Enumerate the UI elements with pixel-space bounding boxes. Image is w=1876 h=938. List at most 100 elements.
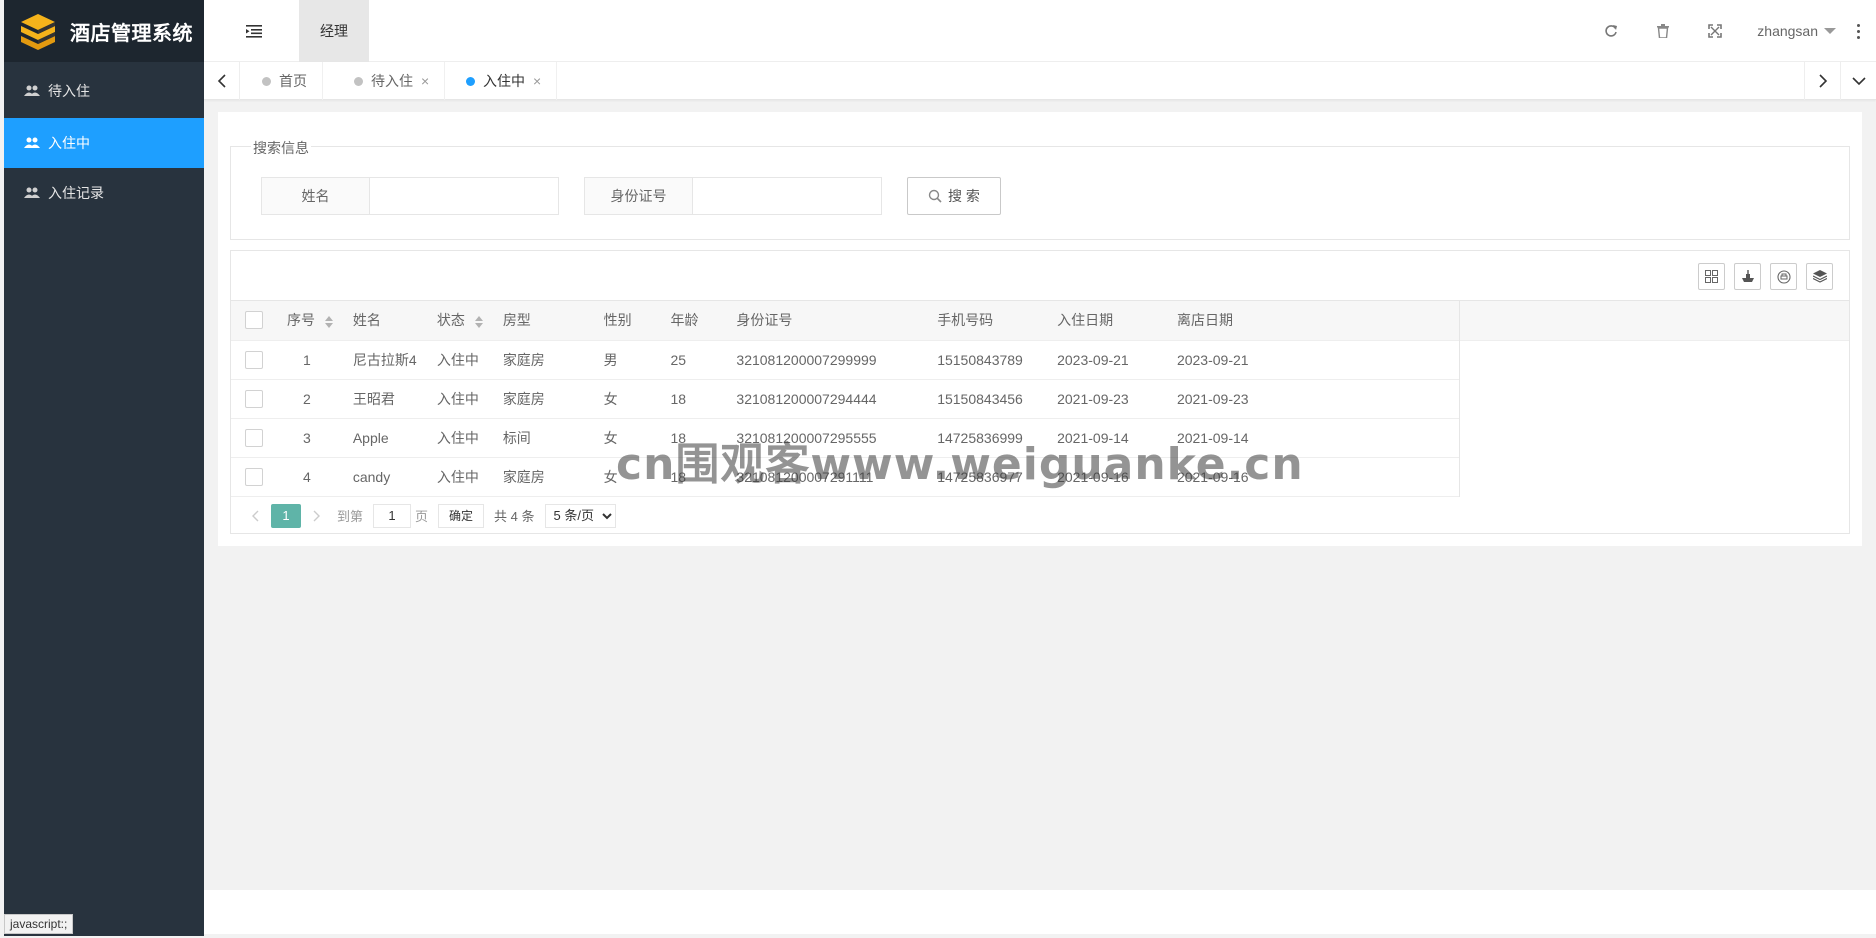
close-icon[interactable]: ×: [421, 73, 429, 89]
user-menu[interactable]: zhangsan: [1741, 23, 1846, 39]
col-header: 年龄: [660, 301, 727, 341]
table-cell: 2021-09-16: [1166, 457, 1459, 497]
chevron-left-icon[interactable]: [204, 62, 240, 100]
logo[interactable]: 酒店管理系统: [4, 0, 204, 62]
page-size-select[interactable]: 5 条/页: [544, 503, 616, 528]
main-content: 搜索信息 姓名 身份证号 搜 索 序号 姓名 状态 房型 性别 年龄 身份证号 …: [218, 112, 1862, 546]
table-cell: Apple: [342, 418, 427, 458]
table-row[interactable]: 1 尼古拉斯4 入住中 家庭房男 25 321081200007299999 1515084…: [231, 340, 1459, 380]
id-label: 身份证号: [585, 178, 693, 214]
table-cell: 女: [593, 418, 661, 458]
search-legend: 搜索信息: [251, 138, 311, 158]
row-checkbox[interactable]: [244, 389, 263, 408]
page-current[interactable]: 1: [271, 503, 301, 528]
row-checkbox-cell: [231, 457, 277, 497]
page-ok-button[interactable]: 确定: [438, 503, 485, 528]
row-checkbox-cell: [231, 340, 277, 380]
table-cell: 25: [660, 340, 727, 380]
sidebar-item-records[interactable]: 入住记录: [4, 168, 204, 218]
tab-label: 入住中: [483, 73, 525, 89]
users-icon: [24, 187, 40, 198]
table-cell: 尼古拉斯4: [342, 340, 427, 380]
id-form-item: 身份证号: [584, 177, 882, 215]
table-cell: 18: [660, 379, 727, 419]
page-input[interactable]: [373, 503, 412, 528]
username: zhangsan: [1757, 23, 1818, 39]
tab-checked-in[interactable]: 入住中 ×: [444, 62, 558, 100]
tab-home[interactable]: 首页: [240, 62, 323, 100]
col-header: 性别: [593, 301, 661, 341]
fullscreen-icon[interactable]: [1689, 0, 1741, 62]
sidebar-item-checked-in[interactable]: 入住中: [4, 118, 204, 168]
sort-icon[interactable]: [474, 315, 483, 328]
app-title: 酒店管理系统: [70, 22, 193, 45]
chevron-down-icon[interactable]: [1840, 62, 1876, 100]
table-cell: 女: [593, 457, 661, 497]
col-header[interactable]: 状态: [426, 301, 493, 341]
tab-pending[interactable]: 待入住 ×: [332, 62, 446, 100]
trash-icon[interactable]: [1637, 0, 1689, 62]
table-cell: candy: [342, 457, 427, 497]
total-count: 共 4 条: [494, 509, 535, 524]
header: 经理 zhangsan: [204, 0, 1876, 62]
table-cell: 2021-09-16: [1047, 457, 1167, 497]
id-input[interactable]: [693, 178, 881, 214]
print-icon[interactable]: [1770, 263, 1797, 290]
tabs-bar: 首页 待入住 × 入住中 ×: [204, 62, 1876, 100]
records-table: 序号 姓名 状态 房型 性别 年龄 身份证号 手机号码 入住日期 离店日期 1 …: [231, 301, 1459, 497]
chevron-left-icon[interactable]: [245, 510, 265, 522]
row-checkbox[interactable]: [244, 428, 263, 447]
users-icon: [24, 137, 40, 148]
table-toolbar: [231, 251, 1849, 301]
table-empty-area: [1459, 301, 1849, 497]
columns-icon[interactable]: [1698, 263, 1725, 290]
col-header[interactable]: 序号: [276, 301, 343, 341]
table-cell: 14725836977: [927, 457, 1048, 497]
table-cell: 18: [660, 457, 727, 497]
table-row[interactable]: 3 Apple 入住中 标间女 18 321081200007295555 14725836…: [231, 418, 1459, 458]
select-all-checkbox[interactable]: [244, 311, 263, 330]
table-row[interactable]: 4 candy 入住中 家庭房女 18 321081200007291111 1472583…: [231, 457, 1459, 497]
dot-icon: [354, 76, 363, 86]
table-cell: 2021-09-23: [1047, 379, 1167, 419]
table-cell: 18: [660, 418, 727, 458]
search-fieldset: 搜索信息 姓名 身份证号 搜 索: [230, 138, 1850, 240]
table-cell: 2023-09-21: [1047, 340, 1167, 380]
row-checkbox-cell: [231, 379, 277, 419]
name-input[interactable]: [370, 178, 558, 214]
menu-toggle-icon[interactable]: [246, 24, 262, 38]
sidebar-item-label: 入住记录: [48, 185, 104, 201]
chevron-right-icon[interactable]: [1804, 62, 1840, 100]
caret-down-icon: [1824, 28, 1836, 34]
users-icon: [24, 85, 40, 96]
refresh-icon[interactable]: [1585, 0, 1637, 62]
sort-icon[interactable]: [324, 315, 333, 328]
export-icon[interactable]: [1734, 263, 1761, 290]
chevron-right-icon[interactable]: [307, 510, 327, 522]
header-tab-manager[interactable]: 经理: [299, 0, 369, 62]
layers-icon[interactable]: [1806, 263, 1833, 290]
table-cell: 14725836999: [927, 418, 1048, 458]
table-cell: 3: [276, 418, 343, 458]
name-form-item: 姓名: [261, 177, 559, 215]
table-body: 1 尼古拉斯4 入住中 家庭房男 25 321081200007299999 1515084…: [231, 340, 1459, 497]
close-icon[interactable]: ×: [533, 73, 541, 89]
table-row[interactable]: 2 王昭君 入住中 家庭房女 18 321081200007294444 151508434…: [231, 379, 1459, 419]
col-header-label: 序号: [286, 312, 315, 329]
table-cell: 1: [276, 340, 343, 380]
table-cell: 家庭房: [492, 379, 594, 419]
search-button[interactable]: 搜 索: [907, 177, 1001, 215]
status-bar-tip: javascript:;: [4, 914, 74, 934]
row-checkbox[interactable]: [244, 350, 263, 369]
more-vertical-icon[interactable]: [1846, 23, 1870, 39]
search-button-label: 搜 索: [948, 188, 980, 204]
logo-icon: [21, 14, 55, 50]
skip-label: 到第: [337, 509, 364, 524]
col-header: 房型: [492, 301, 594, 341]
pagination: 1 到第 页 确定 共 4 条 5 条/页: [231, 497, 1849, 535]
col-header-label: 状态: [436, 312, 465, 329]
data-table: 序号 姓名 状态 房型 性别 年龄 身份证号 手机号码 入住日期 离店日期 1 …: [230, 250, 1850, 534]
row-checkbox[interactable]: [244, 467, 263, 486]
sidebar-item-pending[interactable]: 待入住: [4, 66, 204, 116]
table-cell: 男: [593, 340, 661, 380]
